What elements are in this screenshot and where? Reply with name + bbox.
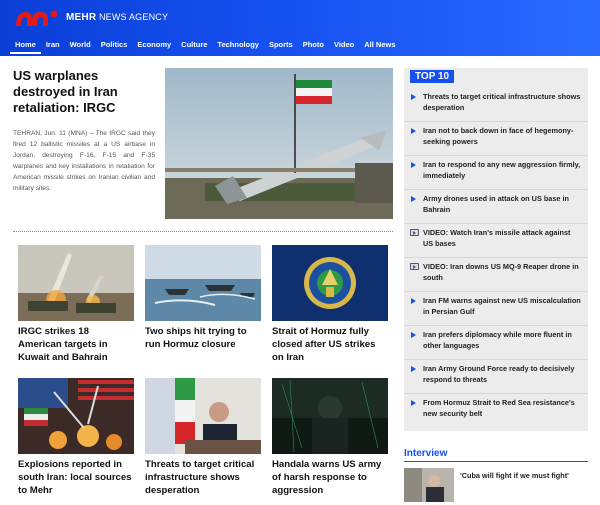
- top10-item-label[interactable]: Iran prefers diplomacy while more fluent…: [423, 330, 572, 350]
- news-title[interactable]: Two ships hit trying to run Hormuz closu…: [145, 325, 261, 351]
- main-nav: Home Iran World Politics Economy Culture…: [10, 36, 401, 54]
- news-thumbnail[interactable]: [18, 378, 134, 454]
- top10-item-label[interactable]: Iran FM warns against new US miscalculat…: [423, 296, 581, 316]
- nav-technology[interactable]: Technology: [212, 36, 264, 54]
- top10-item[interactable]: VIDEO: Iran downs US MQ-9 Reaper drone i…: [404, 258, 588, 292]
- news-title[interactable]: Handala warns US army of harsh response …: [272, 458, 388, 497]
- arrow-bullet-icon: [411, 366, 416, 372]
- video-icon: [410, 263, 419, 270]
- main-story-image[interactable]: [165, 68, 393, 219]
- top10-item-label[interactable]: From Hormuz Strait to Red Sea resistance…: [423, 398, 575, 418]
- news-title[interactable]: Explosions reported in south Iran: local…: [18, 458, 134, 497]
- news-card[interactable]: Threats to target critical infrastructur…: [145, 378, 261, 497]
- brand-name[interactable]: MEHR NEWS AGENCY: [66, 12, 168, 23]
- arrow-bullet-icon: [411, 400, 416, 406]
- arrow-bullet-icon: [411, 128, 416, 134]
- arrow-bullet-icon: [411, 298, 416, 304]
- top10-item-label[interactable]: Iran Army Ground Force ready to decisive…: [423, 364, 574, 384]
- nav-video[interactable]: Video: [329, 36, 359, 54]
- interview-title-link[interactable]: 'Cuba will fight if we must fight': [460, 471, 569, 480]
- nav-politics[interactable]: Politics: [96, 36, 133, 54]
- top10-item-label[interactable]: VIDEO: Iran downs US MQ-9 Reaper drone i…: [423, 262, 579, 282]
- top10-item[interactable]: Iran not to back down in face of hegemon…: [404, 122, 588, 156]
- nav-iran[interactable]: Iran: [41, 36, 65, 54]
- news-card[interactable]: Handala warns US army of harsh response …: [272, 378, 388, 497]
- top10-item-label[interactable]: Iran to respond to any new aggression fi…: [423, 160, 580, 180]
- news-title[interactable]: IRGC strikes 18 American targets in Kuwa…: [18, 325, 134, 364]
- video-icon: [410, 229, 419, 236]
- news-card[interactable]: IRGC strikes 18 American targets in Kuwa…: [18, 245, 134, 364]
- top10-item-label[interactable]: VIDEO: Watch Iran's missile attack again…: [423, 228, 570, 248]
- nav-world[interactable]: World: [65, 36, 96, 54]
- arrow-bullet-icon: [411, 196, 416, 202]
- interview-thumbnail[interactable]: [404, 468, 454, 502]
- nav-economy[interactable]: Economy: [132, 36, 176, 54]
- top10-item-label[interactable]: Iran not to back down in face of hegemon…: [423, 126, 573, 146]
- nav-home[interactable]: Home: [10, 36, 41, 54]
- news-thumbnail[interactable]: [272, 378, 388, 454]
- top10-item[interactable]: Iran Army Ground Force ready to decisive…: [404, 360, 588, 394]
- news-thumbnail[interactable]: [18, 245, 134, 321]
- section-divider: [13, 231, 393, 232]
- top10-label: TOP 10: [410, 70, 455, 83]
- top10-item[interactable]: Iran to respond to any new aggression fi…: [404, 156, 588, 190]
- top10-item[interactable]: Threats to target critical infrastructur…: [404, 88, 588, 122]
- top10-item-label[interactable]: Army drones used in attack on US base in…: [423, 194, 569, 214]
- interview-section-title[interactable]: Interview: [404, 448, 447, 459]
- top10-item[interactable]: Iran prefers diplomacy while more fluent…: [404, 326, 588, 360]
- top10-item[interactable]: Army drones used in attack on US base in…: [404, 190, 588, 224]
- nav-culture[interactable]: Culture: [176, 36, 212, 54]
- arrow-bullet-icon: [411, 332, 416, 338]
- brand-suffix: NEWS AGENCY: [98, 12, 169, 22]
- nav-all-news[interactable]: All News: [359, 36, 400, 54]
- top10-item[interactable]: From Hormuz Strait to Red Sea resistance…: [404, 394, 588, 428]
- news-card[interactable]: Two ships hit trying to run Hormuz closu…: [145, 245, 261, 351]
- top10-item[interactable]: VIDEO: Watch Iran's missile attack again…: [404, 224, 588, 258]
- brand-label: MEHR: [66, 12, 97, 23]
- interview-divider: [404, 461, 588, 462]
- mehr-logo-icon[interactable]: [12, 6, 60, 30]
- top10-sidebar: TOP 10 Threats to target critical infras…: [404, 68, 588, 431]
- news-card[interactable]: Explosions reported in south Iran: local…: [18, 378, 134, 497]
- news-thumbnail[interactable]: [272, 245, 388, 321]
- news-card[interactable]: Strait of Hormuz fully closed after US s…: [272, 245, 388, 364]
- news-thumbnail[interactable]: [145, 245, 261, 321]
- nav-photo[interactable]: Photo: [298, 36, 329, 54]
- news-thumbnail[interactable]: [145, 378, 261, 454]
- nav-sports[interactable]: Sports: [264, 36, 298, 54]
- top10-list: Threats to target critical infrastructur…: [404, 88, 588, 428]
- arrow-bullet-icon: [411, 94, 416, 100]
- main-lead-text: TEHRAN, Jun. 11 (MNA) – The IRGC said th…: [13, 130, 155, 192]
- arrow-bullet-icon: [411, 162, 416, 168]
- main-headline-link[interactable]: US warplanes destroyed in Iran retaliati…: [13, 68, 158, 116]
- news-title[interactable]: Threats to target critical infrastructur…: [145, 458, 261, 497]
- top10-item[interactable]: Iran FM warns against new US miscalculat…: [404, 292, 588, 326]
- top10-item-label[interactable]: Threats to target critical infrastructur…: [423, 92, 580, 112]
- site-header: MEHR NEWS AGENCY Home Iran World Politic…: [0, 0, 600, 56]
- news-title[interactable]: Strait of Hormuz fully closed after US s…: [272, 325, 388, 364]
